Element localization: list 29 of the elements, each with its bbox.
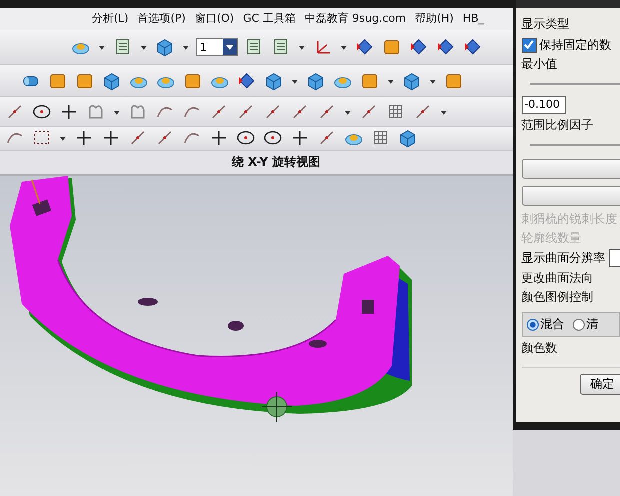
caret-icon — [224, 42, 236, 52]
view-title: 绕 X-Y 旋转视图 — [230, 154, 321, 171]
checkbox[interactable] — [522, 38, 537, 52]
option-label: 更改曲面法向 — [522, 270, 595, 286]
option-label: 刺猬梳的锐刺长度 — [522, 211, 619, 227]
crosshair-icon — [262, 392, 292, 422]
radio-option[interactable]: 清 — [572, 316, 599, 333]
section-heading: 显示类型 — [522, 16, 571, 32]
resolution-dropdown[interactable] — [608, 249, 620, 267]
radio-option[interactable]: 混合 — [526, 316, 565, 333]
layer-dropdown[interactable]: 1 — [196, 38, 238, 56]
ok-button[interactable]: 确定 — [580, 374, 620, 395]
menu-item[interactable]: GC 工具箱 — [243, 11, 296, 26]
checkbox-label: 保持固定的数 — [540, 37, 612, 53]
option-label: 轮廓线数量 — [522, 230, 583, 246]
section-heading: 颜色图例控制 — [522, 289, 595, 305]
menu-item[interactable]: 中磊教育 9sug.com — [304, 11, 406, 26]
menu-item[interactable]: HB_ — [462, 12, 484, 26]
menu-item[interactable]: 分析(L) — [92, 11, 129, 26]
option-label: 范围比例因子 — [522, 117, 595, 133]
option-label: 颜色数 — [522, 340, 559, 356]
option-label: 最小值 — [522, 56, 559, 72]
blank-button[interactable] — [522, 159, 620, 179]
blank-button[interactable] — [522, 186, 620, 206]
menu-item[interactable]: 帮助(H) — [415, 11, 454, 26]
menu-item[interactable]: 首选项(P) — [138, 11, 186, 26]
number-field[interactable]: -0.100 — [522, 96, 566, 114]
option-label: 显示曲面分辨率 — [522, 250, 606, 266]
menu-item[interactable]: 窗口(O) — [194, 11, 234, 26]
